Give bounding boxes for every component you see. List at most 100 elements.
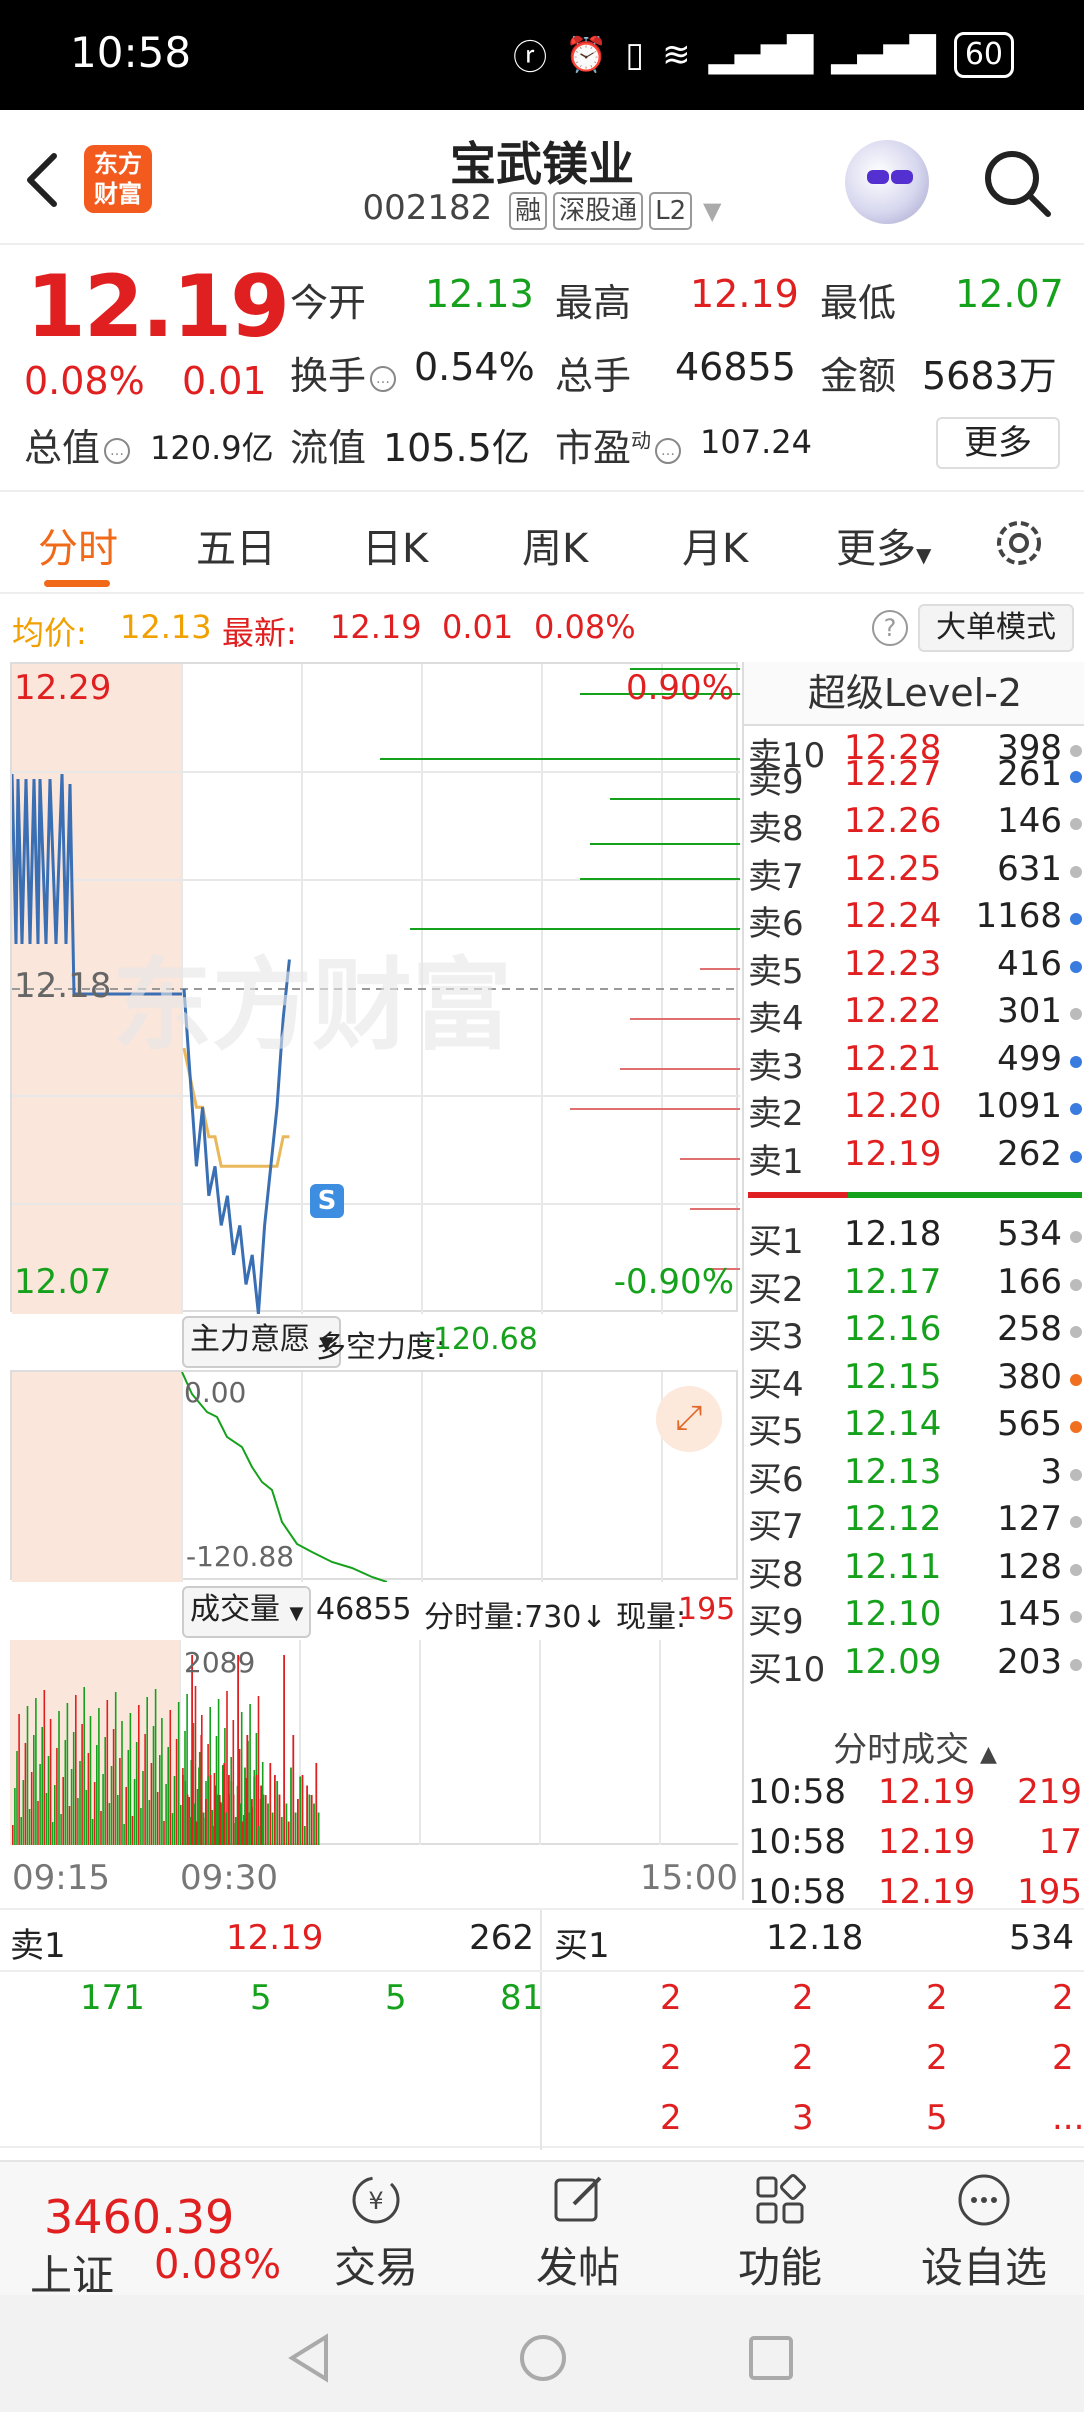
- status-bar: 10:58 ⓡ ⏰ ▯ ≋ ▂▄▆█ ▂▄▆█ 60: [0, 0, 1084, 110]
- force-value: -120.68: [422, 1322, 538, 1357]
- ask-row[interactable]: 卖5 12.23 416: [744, 944, 1084, 992]
- info-icon[interactable]: …: [655, 437, 682, 464]
- home-circle-icon[interactable]: [518, 2333, 568, 2383]
- more-button[interactable]: 更多: [936, 417, 1060, 469]
- ask-row[interactable]: 卖3 12.21 499: [744, 1039, 1084, 1087]
- level-dot-icon: [1070, 866, 1082, 878]
- volume-bar: [202, 1812, 205, 1845]
- mainforce-indicator-bar: 主力意愿 ▼ 多空力度: -120.68: [10, 1312, 738, 1368]
- nav-functions[interactable]: 功能: [700, 2170, 860, 2295]
- bid-row[interactable]: 买10 12.09 203: [744, 1642, 1084, 1690]
- volume-bar: [83, 1687, 85, 1845]
- bid-row[interactable]: 买9 12.10 145: [744, 1594, 1084, 1642]
- intraday-chart[interactable]: 东方财富 12.29 12.18 12.07 0.90% -0.90% S: [10, 662, 740, 1314]
- level-volume: 203: [997, 1642, 1062, 1682]
- time-axis: 09:15 09:30 15:00: [10, 1850, 738, 1900]
- level-volume: 146: [997, 801, 1062, 841]
- bid-row[interactable]: 买4 12.15 380: [744, 1357, 1084, 1405]
- gear-icon[interactable]: [990, 514, 1048, 572]
- bid-row[interactable]: 买2 12.17 166: [744, 1262, 1084, 1310]
- index-value[interactable]: 3460.39: [44, 2190, 234, 2244]
- ask-row[interactable]: 卖2 12.20 1091: [744, 1086, 1084, 1134]
- tab-daily-k[interactable]: 日K: [362, 516, 428, 574]
- recents-square-icon[interactable]: [748, 2335, 794, 2381]
- chevron-down-icon: ▼: [916, 543, 932, 567]
- volume-bar: [251, 1799, 253, 1845]
- bid-row[interactable]: 买8 12.11 128: [744, 1547, 1084, 1595]
- tab-five-day[interactable]: 五日: [196, 516, 276, 574]
- level-price: 12.09: [844, 1642, 942, 1682]
- volume-dropdown[interactable]: 成交量 ▼: [182, 1586, 312, 1638]
- volume-chart[interactable]: 2089: [10, 1640, 738, 1845]
- more-dots-icon: [958, 2174, 1010, 2226]
- index-name[interactable]: 上证: [30, 2242, 114, 2303]
- low-label: 最低: [820, 281, 897, 325]
- nav-watchlist[interactable]: 设自选: [904, 2170, 1064, 2295]
- help-icon[interactable]: ?: [872, 610, 908, 646]
- force-top-label: 0.00: [184, 1376, 247, 1409]
- bid-row[interactable]: 买7 12.12 127: [744, 1499, 1084, 1547]
- volume-bar: [211, 1826, 214, 1845]
- ask-row[interactable]: 卖1 12.19 262: [744, 1134, 1084, 1182]
- level2-title[interactable]: 超级Level-2: [744, 662, 1084, 726]
- bid-row[interactable]: 买5 12.14 565: [744, 1404, 1084, 1452]
- force-chart[interactable]: 0.00 -120.88 ⤢: [10, 1370, 738, 1582]
- alarm-icon: ⏰: [565, 34, 608, 75]
- volume-bar: [121, 1721, 123, 1845]
- bid-row[interactable]: 买1 12.18 534: [744, 1214, 1084, 1262]
- volume-bar: [133, 1779, 136, 1845]
- level-price: 12.14: [844, 1404, 942, 1444]
- volume-bar: [77, 1798, 79, 1845]
- latest-change-pct: 0.08%: [534, 608, 636, 646]
- volume-bar: [228, 1775, 230, 1845]
- search-icon[interactable]: [982, 148, 1052, 218]
- tick-volume: 219: [1017, 1772, 1082, 1812]
- info-icon[interactable]: …: [104, 437, 131, 464]
- level-price: 12.11: [844, 1547, 942, 1587]
- level-dot-icon: [1070, 1516, 1082, 1528]
- volume-bar: [18, 1714, 20, 1845]
- tab-monthly-k[interactable]: 月K: [682, 516, 748, 574]
- level-price: 12.12: [844, 1499, 942, 1539]
- back-triangle-icon[interactable]: [286, 2333, 330, 2383]
- tab-more[interactable]: 更多▼: [836, 516, 931, 574]
- sell-signal-marker[interactable]: S: [310, 1184, 344, 1218]
- volume-bar: [161, 1718, 163, 1845]
- nav-post-label: 发帖: [535, 2243, 620, 2292]
- ask-row[interactable]: 卖7 12.25 631: [744, 849, 1084, 897]
- ask-row[interactable]: 卖6 12.24 1168: [744, 896, 1084, 944]
- bid-row[interactable]: 买3 12.16 258: [744, 1309, 1084, 1357]
- bid-row[interactable]: 买6 12.13 3: [744, 1452, 1084, 1500]
- volume-bar: [306, 1785, 308, 1845]
- level-dot-icon: [1070, 1611, 1082, 1623]
- info-icon[interactable]: …: [370, 365, 397, 392]
- ask-row[interactable]: 卖9 12.27 261: [744, 754, 1084, 802]
- level-volume: 1091: [975, 1086, 1062, 1126]
- tick-trades-title[interactable]: 分时成交 ▲: [744, 1722, 1084, 1771]
- expand-icon[interactable]: ⤢: [656, 1386, 722, 1452]
- level-label: 卖5: [748, 952, 804, 992]
- turnover-label-text: 换手: [290, 354, 367, 398]
- big-order-mode-button[interactable]: 大单模式: [918, 604, 1074, 652]
- index-pct[interactable]: 0.08%: [154, 2242, 281, 2288]
- tab-intraday[interactable]: 分时: [38, 516, 118, 574]
- nav-trade[interactable]: ¥ 交易: [296, 2170, 456, 2295]
- volume-bar: [171, 1813, 174, 1845]
- dropdown-triangle-icon[interactable]: ▼: [703, 197, 721, 225]
- volume-bar: [180, 1805, 182, 1845]
- level-volume: 1168: [975, 896, 1062, 936]
- nav-post[interactable]: 发帖: [498, 2170, 658, 2295]
- ask-row[interactable]: 卖4 12.22 301: [744, 991, 1084, 1039]
- volume-bar: [163, 1821, 165, 1845]
- level-label: 买1: [748, 1222, 804, 1262]
- volume-bar: [214, 1785, 216, 1845]
- volume-bar: [79, 1761, 81, 1845]
- tab-weekly-k[interactable]: 周K: [522, 516, 588, 574]
- assistant-robot-icon[interactable]: [845, 140, 929, 224]
- level-volume: 499: [997, 1039, 1062, 1079]
- ask-row[interactable]: 卖8 12.26 146: [744, 801, 1084, 849]
- level-volume: 258: [997, 1309, 1062, 1349]
- volume-bar: [188, 1817, 191, 1845]
- time-end: 15:00: [640, 1858, 738, 1898]
- volume-bar: [159, 1755, 161, 1845]
